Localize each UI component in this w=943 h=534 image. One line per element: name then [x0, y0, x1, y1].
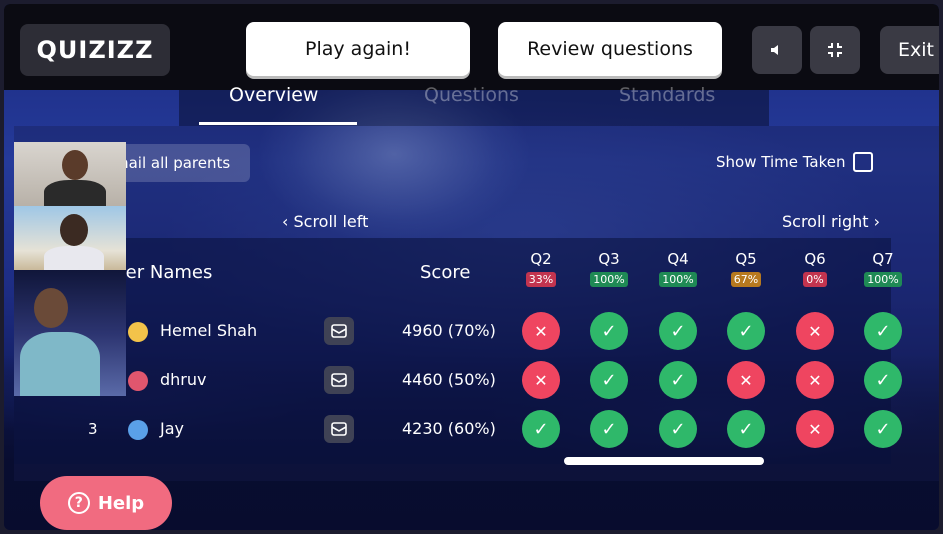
review-questions-button[interactable]: Review questions [498, 22, 722, 76]
question-label: Q6 [804, 250, 826, 268]
chevron-right-icon: › [873, 212, 881, 231]
chevron-left-icon: ‹ [282, 212, 289, 231]
help-label: Help [97, 492, 145, 514]
question-label: Q2 [530, 250, 552, 268]
speaker-icon [771, 45, 778, 55]
wrong-answer-icon[interactable]: ✕ [796, 410, 834, 448]
player-score: 4230 (60%) [402, 419, 496, 438]
scroll-left-button[interactable]: ‹ Scroll left [282, 212, 368, 231]
player-rank: 3 [88, 420, 98, 438]
correct-answer-icon[interactable]: ✓ [522, 410, 560, 448]
question-header-q7[interactable]: Q7 100% [861, 250, 905, 287]
scroll-left-label: Scroll left [293, 212, 369, 231]
active-tab-indicator [199, 122, 357, 125]
video-thumbnail-participant-3[interactable] [14, 270, 126, 396]
scroll-right-label: Scroll right [782, 212, 869, 231]
question-header-q6[interactable]: Q6 0% [793, 250, 837, 287]
email-parent-button[interactable] [324, 366, 354, 394]
participant-head [60, 214, 88, 246]
player-avatar [128, 420, 148, 440]
column-header-score: Score [420, 262, 471, 283]
question-label: Q3 [598, 250, 620, 268]
exit-fullscreen-button[interactable] [810, 26, 860, 74]
wrong-answer-icon[interactable]: ✕ [796, 312, 834, 350]
question-accuracy-badge: 0% [803, 272, 827, 287]
question-accuracy-badge: 100% [864, 272, 902, 287]
player-avatar [128, 322, 148, 342]
correct-answer-icon[interactable]: ✓ [590, 312, 628, 350]
exit-button[interactable]: Exit [880, 26, 939, 74]
wrong-answer-icon[interactable]: ✕ [727, 361, 765, 399]
question-header-q3[interactable]: Q3 100% [587, 250, 631, 287]
player-name[interactable]: dhruv [160, 370, 206, 389]
question-label: Q7 [872, 250, 894, 268]
table-row[interactable]: 3 Jay 4230 (60%) ✓ ✓ ✓ ✓ ✕ ✓ [14, 408, 902, 454]
player-name[interactable]: Hemel Shah [160, 321, 257, 340]
wrong-answer-icon[interactable]: ✕ [522, 361, 560, 399]
participant-body [44, 180, 106, 206]
participant-body [20, 332, 100, 396]
tab-bar: Overview Questions Standards [179, 84, 769, 126]
email-parent-button[interactable] [324, 415, 354, 443]
question-label: Q4 [667, 250, 689, 268]
participant-body [44, 246, 104, 270]
question-icon: ? [67, 492, 90, 514]
question-label: Q5 [735, 250, 757, 268]
help-button[interactable]: ? Help [40, 476, 172, 530]
scroll-right-button[interactable]: Scroll right › [782, 212, 880, 231]
player-score: 4960 (70%) [402, 321, 496, 340]
question-accuracy-badge: 100% [590, 272, 628, 287]
question-accuracy-badge: 33% [525, 272, 557, 287]
correct-answer-icon[interactable]: ✓ [590, 410, 628, 448]
horizontal-scrollbar-thumb[interactable] [564, 457, 764, 465]
compress-icon [828, 43, 842, 57]
mail-icon [331, 324, 347, 338]
horizontal-scrollbar[interactable] [519, 457, 891, 465]
participant-head [62, 150, 88, 180]
email-parent-button[interactable] [324, 317, 354, 345]
correct-answer-icon[interactable]: ✓ [864, 361, 902, 399]
table-row[interactable]: Hemel Shah 4960 (70%) ✕ ✓ ✓ ✓ ✕ ✓ [14, 310, 902, 356]
player-score: 4460 (50%) [402, 370, 496, 389]
play-again-button[interactable]: Play again! [246, 22, 470, 76]
video-thumbnail-participant-1[interactable] [14, 142, 126, 206]
question-header-q5[interactable]: Q5 67% [724, 250, 768, 287]
wrong-answer-icon[interactable]: ✕ [522, 312, 560, 350]
video-thumbnail-participant-2[interactable] [14, 206, 126, 270]
participant-head [34, 288, 68, 328]
sound-button[interactable] [752, 26, 802, 74]
correct-answer-icon[interactable]: ✓ [659, 312, 697, 350]
top-bar: QUIZIZZ Play again! Review questions Exi… [4, 4, 939, 90]
correct-answer-icon[interactable]: ✓ [590, 361, 628, 399]
correct-answer-icon[interactable]: ✓ [727, 410, 765, 448]
correct-answer-icon[interactable]: ✓ [864, 312, 902, 350]
player-avatar [128, 371, 148, 391]
question-header-q4[interactable]: Q4 100% [656, 250, 700, 287]
mail-icon [331, 373, 347, 387]
player-name[interactable]: Jay [160, 419, 184, 438]
show-time-checkbox[interactable] [853, 152, 874, 172]
quiz-results-screen: QUIZIZZ Play again! Review questions Exi… [4, 4, 939, 530]
question-accuracy-badge: 100% [659, 272, 697, 287]
correct-answer-icon[interactable]: ✓ [659, 361, 697, 399]
tab-overview[interactable]: Overview [229, 84, 318, 106]
correct-answer-icon[interactable]: ✓ [864, 410, 902, 448]
show-time-taken-toggle[interactable]: Show Time Taken [716, 152, 874, 172]
table-row[interactable]: dhruv 4460 (50%) ✕ ✓ ✓ ✕ ✕ ✓ [14, 359, 902, 405]
question-accuracy-badge: 67% [730, 272, 762, 287]
tab-standards[interactable]: Standards [619, 84, 715, 106]
correct-answer-icon[interactable]: ✓ [727, 312, 765, 350]
question-header-q2[interactable]: Q2 33% [519, 250, 563, 287]
mail-icon [331, 422, 347, 436]
tab-questions[interactable]: Questions [424, 84, 519, 106]
show-time-label: Show Time Taken [716, 153, 846, 171]
quizizz-logo: QUIZIZZ [20, 24, 170, 76]
correct-answer-icon[interactable]: ✓ [659, 410, 697, 448]
wrong-answer-icon[interactable]: ✕ [796, 361, 834, 399]
